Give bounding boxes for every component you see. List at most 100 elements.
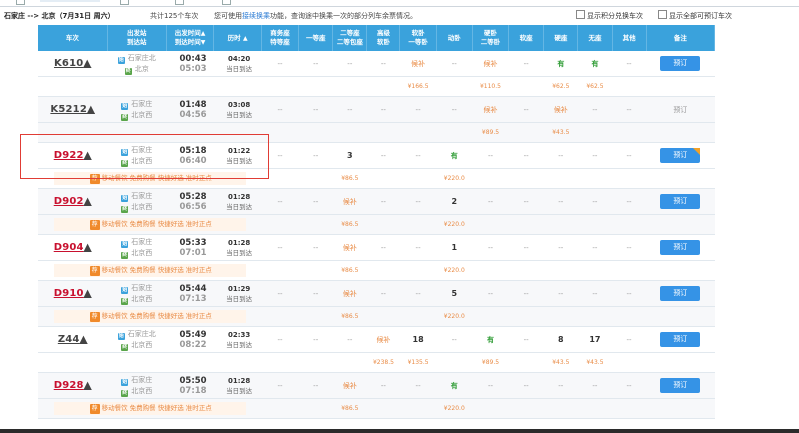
from-station[interactable]: 石家庄北 bbox=[128, 54, 156, 62]
sort-down-icon[interactable]: ▼ bbox=[201, 39, 206, 46]
train-row: D910▲ 始石家庄终北京西 05:44 07:13 01:29 当日到达 -- -- 候补 --… bbox=[38, 280, 715, 307]
seat-moving-sleeper[interactable]: 有 bbox=[436, 142, 473, 169]
filter-checkbox[interactable] bbox=[175, 0, 184, 5]
seat-no-seat[interactable]: 有 bbox=[577, 51, 612, 77]
promo-banner[interactable]: 荐移动餐饮 免费购餐 快捷好选 准时正点 bbox=[53, 264, 246, 277]
from-station[interactable]: 石家庄 bbox=[131, 376, 152, 384]
seat-moving-sleeper[interactable]: 2 bbox=[436, 188, 473, 215]
expand-stops-icon[interactable]: ▲ bbox=[80, 334, 88, 345]
to-station[interactable]: 北京西 bbox=[131, 341, 152, 349]
seat-hard-sleeper[interactable]: 候补 bbox=[472, 96, 509, 123]
book-button[interactable]: 预订 bbox=[660, 332, 701, 347]
train-number-cell[interactable]: Z44▲ bbox=[38, 326, 108, 353]
expand-stops-icon[interactable]: ▲ bbox=[84, 380, 92, 391]
from-station[interactable]: 石家庄 bbox=[131, 192, 152, 200]
train-number-link[interactable]: K610 bbox=[54, 58, 83, 69]
train-number-link[interactable]: Z44 bbox=[58, 334, 80, 345]
seat-hard-seat[interactable]: 8 bbox=[543, 326, 578, 353]
seat-second[interactable]: 候补 bbox=[332, 234, 367, 261]
train-number-link[interactable]: D928 bbox=[54, 380, 84, 391]
col-times[interactable]: 出发时间▲ 到达时间▼ bbox=[166, 25, 215, 51]
train-number-link[interactable]: D904 bbox=[54, 242, 84, 253]
train-number-cell[interactable]: D904▲ bbox=[38, 234, 108, 261]
train-number-cell[interactable]: D928▲ bbox=[38, 372, 108, 399]
to-station[interactable]: 北京 bbox=[135, 65, 149, 73]
expand-stops-icon[interactable]: ▲ bbox=[84, 150, 92, 161]
stations-cell: 始石家庄终北京西 bbox=[107, 188, 167, 215]
sort-up-icon[interactable]: ▲ bbox=[243, 35, 248, 42]
points-trains-checkbox[interactable] bbox=[576, 10, 585, 19]
price-first bbox=[298, 168, 333, 189]
expand-stops-icon[interactable]: ▲ bbox=[84, 242, 92, 253]
to-station[interactable]: 北京西 bbox=[131, 249, 152, 257]
train-number-cell[interactable]: K5212▲ bbox=[38, 96, 108, 123]
train-number-cell[interactable]: K610▲ bbox=[38, 51, 108, 77]
promo-banner[interactable]: 荐移动餐饮 免费购餐 快捷好选 准时正点 bbox=[53, 172, 246, 185]
expand-stops-icon[interactable]: ▲ bbox=[84, 288, 92, 299]
seat-hard-sleeper[interactable]: 有 bbox=[472, 326, 509, 353]
from-station[interactable]: 石家庄 bbox=[131, 146, 152, 154]
seat-premium-sleeper[interactable]: 候补 bbox=[366, 326, 400, 353]
seat-moving-sleeper[interactable]: 1 bbox=[436, 234, 473, 261]
sort-up-icon[interactable]: ▲ bbox=[201, 30, 206, 37]
seat-soft-sleeper[interactable]: 候补 bbox=[399, 51, 437, 77]
transfer-link[interactable]: 接续换乘 bbox=[242, 12, 270, 20]
book-button[interactable]: 预订 bbox=[660, 286, 701, 301]
filter-option[interactable] bbox=[40, 0, 100, 2]
seat-second[interactable]: 候补 bbox=[332, 188, 367, 215]
seat-moving-sleeper[interactable]: 5 bbox=[436, 280, 473, 307]
train-number-link[interactable]: K5212 bbox=[50, 104, 87, 115]
seat-second[interactable]: 候补 bbox=[332, 280, 367, 307]
price-row: 荐移动餐饮 免费购餐 快捷好选 准时正点 ¥86.5 ¥220.0 bbox=[38, 306, 715, 327]
train-number-cell[interactable]: D922▲ bbox=[38, 142, 108, 169]
to-station[interactable]: 北京西 bbox=[131, 157, 152, 165]
from-station[interactable]: 石家庄 bbox=[131, 284, 152, 292]
promo-banner[interactable]: 荐移动餐饮 免费购餐 快捷好选 准时正点 bbox=[53, 310, 246, 323]
from-station[interactable]: 石家庄 bbox=[131, 100, 152, 108]
seat-moving-sleeper[interactable]: 有 bbox=[436, 372, 473, 399]
train-number-cell[interactable]: D902▲ bbox=[38, 188, 108, 215]
seat-soft-sleeper[interactable]: 18 bbox=[399, 326, 437, 353]
price-hard-seat: ¥62.5 bbox=[543, 76, 578, 97]
filter-checkbox[interactable] bbox=[222, 0, 231, 5]
all-bookable-checkbox[interactable] bbox=[658, 10, 667, 19]
expand-stops-icon[interactable]: ▲ bbox=[83, 58, 91, 69]
promo-banner[interactable]: 荐移动餐饮 免费购餐 快捷好选 准时正点 bbox=[53, 402, 246, 415]
from-station[interactable]: 石家庄 bbox=[131, 238, 152, 246]
seat-availability: -- bbox=[277, 289, 283, 298]
book-button[interactable]: 预订 bbox=[660, 240, 701, 255]
to-station[interactable]: 北京西 bbox=[131, 203, 152, 211]
book-button[interactable]: 预订 bbox=[660, 56, 701, 71]
to-station[interactable]: 北京西 bbox=[131, 111, 152, 119]
train-number-link[interactable]: D910 bbox=[54, 288, 84, 299]
seat-hard-seat[interactable]: 候补 bbox=[543, 96, 578, 123]
all-bookable-option[interactable]: 显示全部可预订车次 bbox=[658, 9, 732, 23]
seat-hard-sleeper[interactable]: 候补 bbox=[472, 51, 509, 77]
to-station[interactable]: 北京西 bbox=[131, 295, 152, 303]
expand-stops-icon[interactable]: ▲ bbox=[87, 104, 95, 115]
from-station[interactable]: 石家庄北 bbox=[128, 330, 156, 338]
seat-no-seat[interactable]: 17 bbox=[577, 326, 612, 353]
book-button[interactable]: 预订 bbox=[660, 148, 701, 163]
points-trains-option[interactable]: 显示积分兑换车次 bbox=[576, 9, 643, 23]
train-number-link[interactable]: D902 bbox=[54, 196, 84, 207]
filter-checkbox[interactable] bbox=[120, 0, 129, 5]
seat-second[interactable]: 3 bbox=[332, 142, 367, 169]
expand-stops-icon[interactable]: ▲ bbox=[84, 196, 92, 207]
origin-station-icon: 始 bbox=[121, 102, 129, 110]
to-station[interactable]: 北京西 bbox=[131, 387, 152, 395]
train-number-cell[interactable]: D910▲ bbox=[38, 280, 108, 307]
promo-banner[interactable]: 荐移动餐饮 免费购餐 快捷好选 准时正点 bbox=[53, 218, 246, 231]
book-button[interactable]: 预订 bbox=[660, 378, 701, 393]
seat-hard-seat[interactable]: 有 bbox=[543, 51, 578, 77]
book-button[interactable]: 预订 bbox=[660, 194, 701, 209]
seat-hard-seat: -- bbox=[543, 234, 578, 261]
seat-hard-sleeper: -- bbox=[472, 142, 509, 169]
col-duration[interactable]: 历时 ▲ bbox=[213, 25, 262, 51]
train-number-link[interactable]: D922 bbox=[54, 150, 84, 161]
price-other bbox=[612, 122, 647, 143]
departure-time: 05:28 bbox=[179, 191, 207, 202]
filter-checkbox[interactable] bbox=[16, 0, 25, 5]
price-other bbox=[612, 76, 647, 97]
seat-second[interactable]: 候补 bbox=[332, 372, 367, 399]
